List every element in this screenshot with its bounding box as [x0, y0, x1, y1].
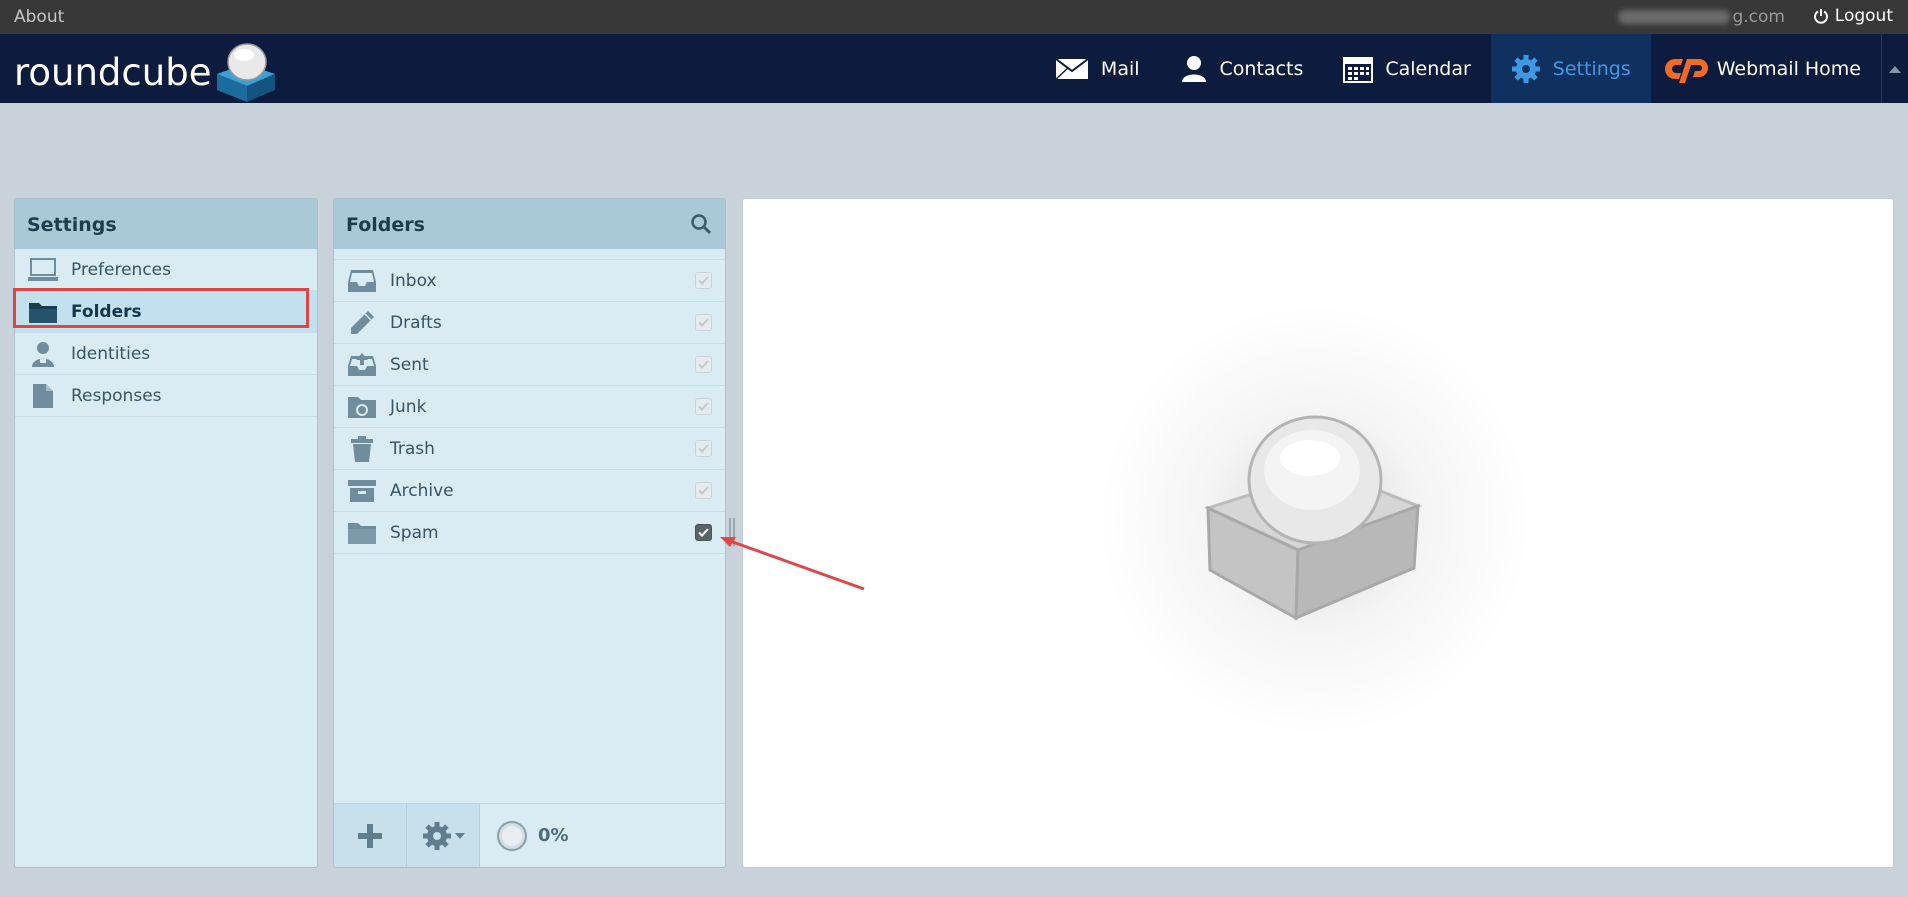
- nav-contacts[interactable]: Contacts: [1160, 34, 1324, 103]
- settings-item-label: Folders: [71, 301, 142, 322]
- folders-panel: Folders Inbox Drafts Sent Junk Trash Arc…: [333, 198, 726, 868]
- subscribe-checkbox: [695, 356, 712, 373]
- quota-indicator: 0%: [496, 804, 569, 867]
- folder-row-trash[interactable]: Trash: [334, 428, 725, 470]
- folder-label: Sent: [390, 354, 429, 375]
- subscribe-checkbox: [695, 440, 712, 457]
- top-bar: About g.com Logout: [0, 0, 1908, 34]
- folder-actions-menu-button[interactable]: [407, 804, 480, 867]
- nav-mail-label: Mail: [1100, 57, 1140, 80]
- folder-row-drafts[interactable]: Drafts: [334, 302, 725, 344]
- subscribe-checkbox: [695, 314, 712, 331]
- roundcube-watermark: [1090, 310, 1540, 730]
- inbox-icon: [346, 265, 378, 297]
- subscribe-checkbox: [695, 482, 712, 499]
- folder-icon: [346, 517, 378, 549]
- nav-calendar[interactable]: Calendar: [1323, 34, 1490, 103]
- settings-item-label: Preferences: [71, 259, 171, 280]
- folder-label: Junk: [390, 396, 427, 417]
- dropdown-caret-icon: [454, 832, 465, 839]
- document-icon: [27, 380, 59, 412]
- subscribe-checkbox[interactable]: [695, 524, 712, 541]
- settings-item-label: Identities: [71, 343, 151, 364]
- nav-webmail-home-label: Webmail Home: [1716, 57, 1861, 80]
- settings-item-identities[interactable]: Identities: [15, 333, 317, 375]
- power-icon: [1813, 9, 1828, 24]
- folder-row-inbox[interactable]: Inbox: [334, 259, 725, 302]
- nav-calendar-label: Calendar: [1385, 57, 1471, 80]
- subscribe-checkbox: [695, 272, 712, 289]
- settings-icon: [1511, 54, 1540, 83]
- user-email: g.com: [1618, 7, 1785, 27]
- folder-row-sent[interactable]: Sent: [334, 344, 725, 386]
- quota-label: 0%: [538, 825, 569, 846]
- trash-icon: [346, 433, 378, 465]
- roundcube-logo[interactable]: roundcube: [14, 40, 281, 104]
- cpanel-icon: [1664, 58, 1708, 83]
- plus-icon: [358, 823, 382, 848]
- folder-label: Spam: [390, 522, 439, 543]
- nav-webmail-home[interactable]: Webmail Home: [1651, 34, 1881, 103]
- mail-icon: [1055, 57, 1089, 80]
- settings-item-preferences[interactable]: Preferences: [15, 249, 317, 291]
- laptop-icon: [27, 254, 59, 286]
- about-link[interactable]: About: [14, 7, 64, 27]
- logout-label: Logout: [1834, 6, 1893, 26]
- calendar-icon: [1343, 56, 1374, 83]
- nav-mail[interactable]: Mail: [1035, 34, 1160, 103]
- settings-panel-title: Settings: [27, 214, 117, 236]
- folder-label: Trash: [390, 438, 435, 459]
- gear-icon: [422, 821, 451, 850]
- main-nav: Mail Contacts Calendar Settings Webmail …: [1035, 34, 1908, 103]
- logo-text: roundcube: [14, 50, 212, 94]
- settings-panel: Settings Preferences Folders Identities …: [14, 198, 318, 868]
- settings-item-label: Responses: [71, 385, 162, 406]
- settings-item-folders[interactable]: Folders: [15, 291, 317, 333]
- folder-icon: [27, 296, 59, 328]
- identity-icon: [27, 338, 59, 370]
- search-icon[interactable]: [690, 213, 712, 235]
- folders-toolbar: 0%: [334, 803, 725, 867]
- sent-icon: [346, 349, 378, 381]
- folder-label: Archive: [390, 480, 454, 501]
- annotation-arrow: [720, 537, 865, 591]
- roundcube-watermark-icon: [1203, 415, 1423, 621]
- email-suffix: g.com: [1732, 7, 1785, 27]
- contacts-icon: [1181, 55, 1206, 82]
- folder-row-archive[interactable]: Archive: [334, 470, 725, 512]
- folder-list: Inbox Drafts Sent Junk Trash Archive Spa…: [334, 259, 725, 554]
- pencil-icon: [346, 307, 378, 339]
- nav-contacts-label: Contacts: [1219, 57, 1304, 80]
- junk-icon: [346, 391, 378, 423]
- roundcube-logo-icon: [217, 43, 276, 102]
- nav-settings[interactable]: Settings: [1490, 34, 1651, 103]
- quota-pie-icon: [497, 820, 527, 851]
- nav-settings-label: Settings: [1552, 57, 1631, 80]
- settings-item-responses[interactable]: Responses: [15, 375, 317, 417]
- logout-button[interactable]: Logout: [1813, 6, 1893, 26]
- folders-panel-header: Folders: [334, 199, 725, 249]
- caret-up-icon: [1889, 65, 1901, 73]
- add-folder-button[interactable]: [334, 804, 407, 867]
- email-redacted: [1618, 10, 1731, 24]
- settings-panel-header: Settings: [15, 199, 317, 249]
- folder-label: Drafts: [390, 312, 442, 333]
- subscribe-checkbox: [695, 398, 712, 415]
- header: roundcube Mail Contacts Calendar Setting…: [0, 34, 1908, 103]
- archive-icon: [346, 475, 378, 507]
- folder-row-spam[interactable]: Spam: [334, 512, 725, 554]
- nav-more-toggle[interactable]: [1881, 34, 1908, 103]
- folder-row-junk[interactable]: Junk: [334, 386, 725, 428]
- folders-panel-title: Folders: [346, 214, 425, 236]
- folder-label: Inbox: [390, 270, 437, 291]
